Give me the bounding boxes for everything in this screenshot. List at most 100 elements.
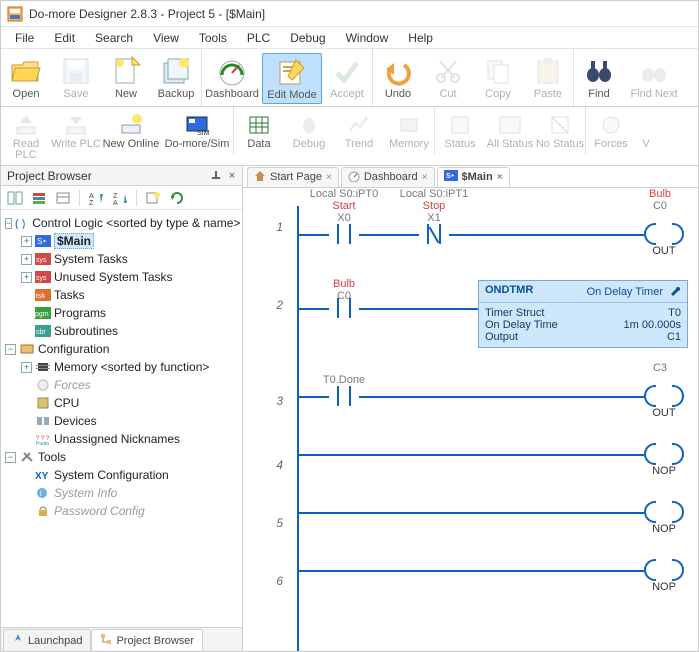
tab-main[interactable]: S‣ $Main × <box>437 167 510 187</box>
menu-tools[interactable]: Tools <box>189 29 237 47</box>
instruction-box-ondtmr[interactable]: ONDTMR On Delay Timer Timer StructT0 On … <box>478 280 688 348</box>
close-icon[interactable]: × <box>422 172 428 183</box>
forces-button[interactable]: Forces <box>586 111 636 152</box>
all-status-button[interactable]: All Status <box>485 111 535 152</box>
menu-view[interactable]: View <box>143 29 189 47</box>
tree-node-tasks[interactable]: tskTasks <box>21 286 240 304</box>
expand-icon[interactable]: + <box>21 254 32 265</box>
new-online-button[interactable]: New Online <box>101 111 161 163</box>
tab-dashboard[interactable]: Dashboard × <box>341 167 435 187</box>
tree-node-forces[interactable]: Forces <box>21 376 240 394</box>
tree-node-password-config[interactable]: Password Config <box>21 502 240 520</box>
tab-launchpad[interactable]: Launchpad <box>3 629 91 651</box>
svg-text:Z: Z <box>89 200 94 205</box>
collapse-icon[interactable]: − <box>5 218 12 229</box>
tree-node-unused-system-tasks[interactable]: +sysUnused System Tasks <box>21 268 240 286</box>
write-plc-button[interactable]: Write PLC <box>51 111 101 163</box>
do-more-sim-button[interactable]: SIMDo-more/Sim <box>161 111 233 163</box>
wrench-icon[interactable] <box>669 284 681 299</box>
ladder-editor[interactable]: 1 Local S0:iPT0StartX0 Local S0:iPT1Stop… <box>243 188 698 651</box>
undo-button[interactable]: Undo <box>373 53 423 104</box>
tree-node-memory[interactable]: +Memory <sorted by function> <box>21 358 240 376</box>
tree-node-configuration[interactable]: − Configuration <box>5 340 240 358</box>
nickname-icon: ? ? ?Pump <box>35 432 51 446</box>
tree-node-system-tasks[interactable]: +sysSystem Tasks <box>21 250 240 268</box>
close-icon[interactable]: × <box>497 172 503 183</box>
debug-button[interactable]: Debug <box>284 111 334 152</box>
tree-node-system-info[interactable]: iSystem Info <box>21 484 240 502</box>
project-tree[interactable]: − ( ) Control Logic <sorted by type & na… <box>1 210 242 627</box>
menu-search[interactable]: Search <box>85 29 143 47</box>
tree-node-main[interactable]: +S‣$Main <box>21 232 240 250</box>
menu-debug[interactable]: Debug <box>280 29 335 47</box>
contact-no[interactable] <box>329 224 359 244</box>
tool-2[interactable] <box>29 189 49 207</box>
trend-button[interactable]: Trend <box>334 111 384 152</box>
cut-button[interactable]: Cut <box>423 53 473 104</box>
tool-1[interactable] <box>5 189 25 207</box>
memory-button[interactable]: Memory <box>384 111 434 152</box>
menu-plc[interactable]: PLC <box>237 29 280 47</box>
rung-3[interactable]: 3 T0.Done C3 OUT <box>243 362 698 426</box>
menu-help[interactable]: Help <box>398 29 443 47</box>
tree-node-control-logic[interactable]: − ( ) Control Logic <sorted by type & na… <box>5 214 240 232</box>
rung-2[interactable]: 2 BulbC0 ONDTMR On Delay Timer <box>243 266 698 362</box>
nop-coil[interactable]: NOP <box>644 559 684 581</box>
tool-new-item[interactable] <box>143 189 163 207</box>
collapse-icon[interactable]: − <box>5 344 16 355</box>
accept-button[interactable]: Accept <box>322 53 372 104</box>
contact-nc[interactable] <box>419 224 449 244</box>
pin-button[interactable] <box>208 168 224 184</box>
tree-node-cpu[interactable]: CPU <box>21 394 240 412</box>
no-status-button[interactable]: No Status <box>535 111 585 152</box>
backup-button[interactable]: Backup <box>151 53 201 104</box>
find-next-button[interactable]: Find Next <box>624 53 684 104</box>
rung-4[interactable]: 4 NOP <box>243 426 698 484</box>
save-button[interactable]: Save <box>51 53 101 104</box>
tool-3[interactable] <box>53 189 73 207</box>
data-button[interactable]: Data <box>234 111 284 152</box>
tool-refresh[interactable] <box>167 189 187 207</box>
rung-5[interactable]: 5 NOP <box>243 484 698 542</box>
edit-mode-button[interactable]: Edit Mode <box>262 53 322 104</box>
read-plc-button[interactable]: Read PLC <box>1 111 51 163</box>
close-icon[interactable]: × <box>326 172 332 183</box>
tree-node-system-configuration[interactable]: XYSystem Configuration <box>21 466 240 484</box>
contact-no[interactable] <box>329 386 359 406</box>
expand-icon[interactable]: + <box>21 236 32 247</box>
smain-icon: S‣ <box>35 234 51 248</box>
tree-node-unassigned-nicknames[interactable]: ? ? ?PumpUnassigned Nicknames <box>21 430 240 448</box>
nop-coil[interactable]: NOP <box>644 443 684 465</box>
tab-start-page[interactable]: Start Page × <box>247 167 339 187</box>
nop-coil[interactable]: NOP <box>644 501 684 523</box>
menu-window[interactable]: Window <box>336 29 399 47</box>
svg-text:Pump: Pump <box>36 441 49 445</box>
value-button[interactable]: V <box>636 111 656 152</box>
status-button[interactable]: Status <box>435 111 485 152</box>
menu-file[interactable]: File <box>5 29 44 47</box>
rung-6[interactable]: 6 NOP <box>243 542 698 600</box>
collapse-icon[interactable]: − <box>5 452 16 463</box>
tree-node-tools[interactable]: − Tools <box>5 448 240 466</box>
expand-icon[interactable]: + <box>21 362 32 373</box>
tree-node-subroutines[interactable]: sbrSubroutines <box>21 322 240 340</box>
expand-icon[interactable]: + <box>21 272 32 283</box>
paste-button[interactable]: Paste <box>523 53 573 104</box>
output-coil[interactable]: OUT <box>644 385 684 407</box>
tool-sort-b[interactable]: ZA <box>110 189 130 207</box>
close-panel-button[interactable]: × <box>224 168 240 184</box>
copy-button[interactable]: Copy <box>473 53 523 104</box>
tree-node-programs[interactable]: pgmPrograms <box>21 304 240 322</box>
tool-sort-a[interactable]: AZ <box>86 189 106 207</box>
tab-project-browser[interactable]: Project Browser <box>91 629 203 651</box>
find-button[interactable]: Find <box>574 53 624 104</box>
new-button[interactable]: New <box>101 53 151 104</box>
tree-node-devices[interactable]: Devices <box>21 412 240 430</box>
rung-1[interactable]: 1 Local S0:iPT0StartX0 Local S0:iPT1Stop… <box>243 188 698 266</box>
dashboard-button[interactable]: Dashboard <box>202 53 262 104</box>
menu-edit[interactable]: Edit <box>44 29 85 47</box>
floppy-icon <box>60 55 92 87</box>
output-coil[interactable]: OUT <box>644 223 684 245</box>
open-button[interactable]: Open <box>1 53 51 104</box>
contact-no[interactable] <box>329 298 359 318</box>
